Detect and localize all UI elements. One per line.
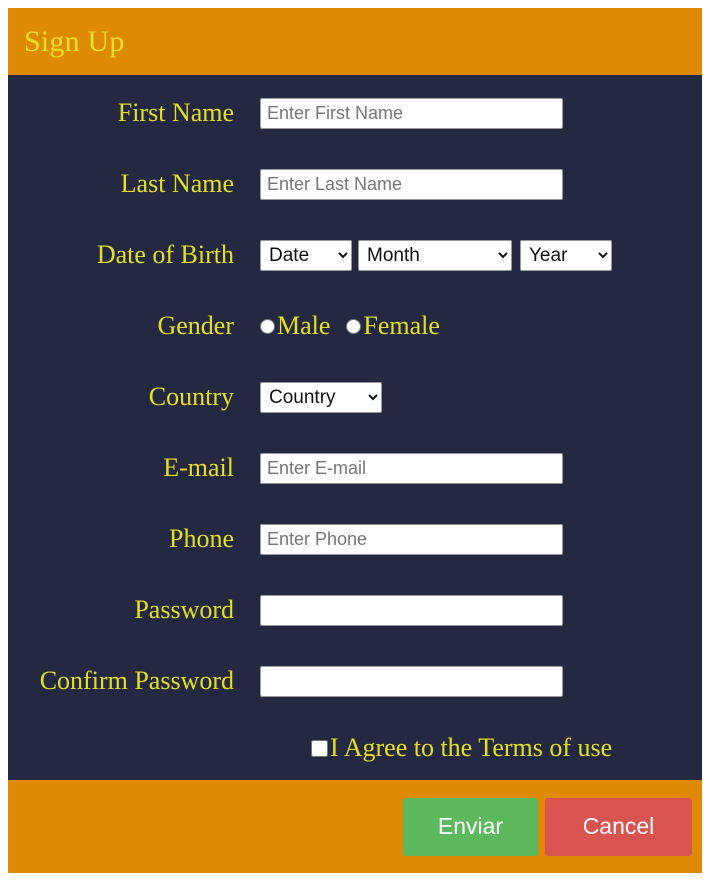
last-name-input[interactable] xyxy=(260,168,563,200)
password-label-col: Password xyxy=(8,594,260,625)
country-control: Country xyxy=(260,381,702,413)
gender-label: Gender xyxy=(157,310,234,340)
date-of-birth-row: Date of Birth Date Month Year xyxy=(8,231,702,279)
first-name-row: First Name xyxy=(8,89,702,137)
gender-female-radio[interactable] xyxy=(346,318,362,334)
phone-control xyxy=(260,523,702,555)
first-name-label: First Name xyxy=(117,97,234,127)
confirm-password-control xyxy=(260,665,702,697)
terms-label: I Agree to the Terms of use xyxy=(330,733,613,762)
country-label: Country xyxy=(148,381,234,411)
gender-option-female[interactable]: Female xyxy=(346,313,440,339)
confirm-password-label-col: Confirm Password xyxy=(8,665,260,696)
terms-row: I Agree to the Terms of use xyxy=(8,728,702,768)
gender-male-label: Male xyxy=(277,311,331,340)
password-row: Password xyxy=(8,586,702,634)
confirm-password-input[interactable] xyxy=(260,665,563,697)
confirm-password-label: Confirm Password xyxy=(39,665,234,695)
country-row: Country Country xyxy=(8,373,702,421)
card-footer: Enviar Cancel xyxy=(8,780,702,873)
gender-label-col: Gender xyxy=(8,310,260,341)
gender-row: Gender Male Female xyxy=(8,302,702,350)
country-select[interactable]: Country xyxy=(260,381,382,413)
password-control xyxy=(260,594,702,626)
last-name-control xyxy=(260,168,702,200)
dob-month-select[interactable]: Month xyxy=(358,239,512,271)
password-input[interactable] xyxy=(260,594,563,626)
dob-day-select[interactable]: Date xyxy=(260,239,352,271)
country-label-col: Country xyxy=(8,381,260,412)
phone-row: Phone xyxy=(8,515,702,563)
gender-female-label: Female xyxy=(363,311,440,340)
email-label: E-mail xyxy=(163,452,234,482)
last-name-label: Last Name xyxy=(120,168,234,198)
email-label-col: E-mail xyxy=(8,452,260,483)
gender-control: Male Female xyxy=(260,313,702,339)
confirm-password-row: Confirm Password xyxy=(8,657,702,705)
last-name-row: Last Name xyxy=(8,160,702,208)
form-body: First Name Last Name Date of Birth Date xyxy=(8,75,702,780)
card-header: Sign Up xyxy=(8,8,702,75)
page-title: Sign Up xyxy=(24,24,125,58)
signup-form-card: Sign Up First Name Last Name Date of Bir… xyxy=(8,8,702,873)
date-of-birth-label: Date of Birth xyxy=(96,239,234,269)
email-input[interactable] xyxy=(260,452,563,484)
email-control xyxy=(260,452,702,484)
gender-radio-group: Male Female xyxy=(260,313,456,339)
email-row: E-mail xyxy=(8,444,702,492)
phone-input[interactable] xyxy=(260,523,563,555)
gender-option-male[interactable]: Male xyxy=(260,313,330,339)
date-of-birth-label-col: Date of Birth xyxy=(8,239,260,270)
last-name-label-col: Last Name xyxy=(8,168,260,199)
submit-button[interactable]: Enviar xyxy=(403,797,538,856)
first-name-label-col: First Name xyxy=(8,97,260,128)
terms-checkbox[interactable] xyxy=(311,739,328,757)
date-of-birth-control: Date Month Year xyxy=(260,239,702,271)
cancel-button[interactable]: Cancel xyxy=(545,797,692,856)
password-label: Password xyxy=(134,594,234,624)
gender-male-radio[interactable] xyxy=(260,318,275,334)
phone-label: Phone xyxy=(169,523,234,553)
first-name-control xyxy=(260,97,702,129)
first-name-input[interactable] xyxy=(260,97,563,129)
dob-year-select[interactable]: Year xyxy=(520,239,612,271)
phone-label-col: Phone xyxy=(8,523,260,554)
